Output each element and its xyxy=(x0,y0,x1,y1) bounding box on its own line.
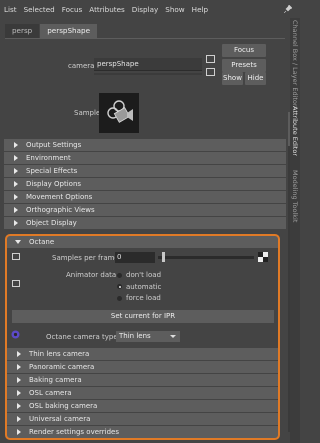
expand-arrow-icon xyxy=(14,194,18,200)
menu-display[interactable]: Display xyxy=(132,5,159,14)
section-display-options[interactable]: Display Options xyxy=(4,178,286,190)
side-tab-attribute-editor[interactable]: Attribute Editor xyxy=(291,106,299,156)
presets-button[interactable]: Presets xyxy=(222,59,266,72)
menu-help[interactable]: Help xyxy=(192,5,208,14)
menu-attributes[interactable]: Attributes xyxy=(89,5,124,14)
tab-perspShape[interactable]: perspShape xyxy=(40,24,98,38)
tab-persp[interactable]: persp xyxy=(5,24,40,38)
hide-button[interactable]: Hide xyxy=(245,72,266,85)
camera-field-underline xyxy=(94,73,202,75)
output-connection-icon[interactable] xyxy=(206,68,215,76)
show-button[interactable]: Show xyxy=(222,72,243,85)
section-orthographic-views[interactable]: Orthographic Views xyxy=(4,204,286,216)
side-tab-channel-box[interactable]: Channel Box / Layer Editor xyxy=(291,20,299,107)
expand-arrow-icon xyxy=(14,155,18,161)
expand-arrow-icon xyxy=(14,207,18,213)
menu-show[interactable]: Show xyxy=(165,5,184,14)
expand-arrow-icon xyxy=(14,168,18,174)
section-output-settings[interactable]: Output Settings xyxy=(4,139,286,151)
section-movement-options[interactable]: Movement Options xyxy=(4,191,286,203)
pin-icon[interactable] xyxy=(284,5,292,13)
section-special-effects[interactable]: Special Effects xyxy=(4,165,286,177)
menu-selected[interactable]: Selected xyxy=(24,5,55,14)
camera-label: camera: xyxy=(68,62,97,70)
octane-highlight-box xyxy=(5,234,280,440)
camera-name-field[interactable]: perspShape xyxy=(94,58,202,71)
tab-divider xyxy=(5,38,285,39)
node-tabs: persp perspShape xyxy=(5,24,98,38)
menu-list[interactable]: List xyxy=(4,5,17,14)
camera-sample-icon xyxy=(99,93,139,133)
expand-arrow-icon xyxy=(14,220,18,226)
side-tab-modeling-toolkit[interactable]: Modeling Toolkit xyxy=(291,170,299,222)
sample-label: Sample xyxy=(74,109,101,117)
focus-button[interactable]: Focus xyxy=(222,44,266,57)
expand-arrow-icon xyxy=(14,181,18,187)
input-connection-icon[interactable] xyxy=(206,55,215,63)
section-environment[interactable]: Environment xyxy=(4,152,286,164)
expand-arrow-icon xyxy=(14,142,18,148)
menu-bar: List Selected Focus Attributes Display S… xyxy=(0,0,300,18)
section-object-display[interactable]: Object Display xyxy=(4,217,286,229)
menu-focus[interactable]: Focus xyxy=(62,5,83,14)
